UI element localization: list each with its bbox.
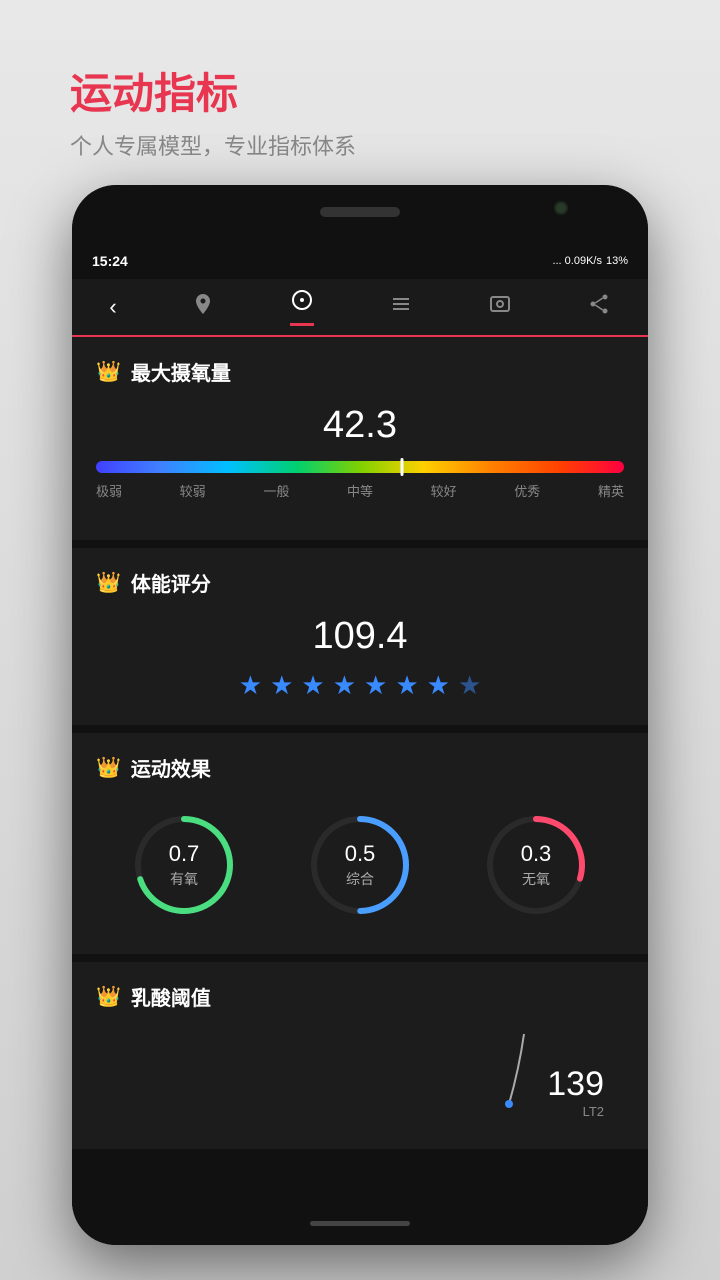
body-score-header: 👑 体能评分 [96, 568, 624, 597]
vo2max-value: 42.3 [96, 404, 624, 447]
anaerobic-label: 0.3 无氧 [521, 841, 552, 889]
circles-row: 0.7 有氧 0.5 综合 [96, 800, 624, 930]
phone-speaker [320, 207, 400, 217]
exercise-effect-title: 运动效果 [131, 753, 211, 782]
stars-row: ★ ★ ★ ★ ★ ★ ★ ★ [96, 670, 624, 701]
star-2: ★ [270, 670, 293, 701]
aerobic-label: 0.7 有氧 [169, 841, 200, 889]
label-youxiu: 优秀 [514, 481, 540, 500]
star-1: ★ [239, 670, 262, 701]
vo2max-header: 👑 最大摄氧量 [96, 357, 624, 386]
comprehensive-name: 综合 [345, 869, 376, 889]
vo2max-title: 最大摄氧量 [131, 357, 231, 386]
star-7: ★ [427, 670, 450, 701]
status-icons: ... 0.09K/s 13% [552, 255, 628, 267]
page-header: 运动指标 个人专属模型，专业指标体系 [70, 60, 356, 161]
home-indicator [310, 1221, 410, 1226]
exercise-effect-header: 👑 运动效果 [96, 753, 624, 782]
label-jiaoruo: 较弱 [180, 481, 206, 500]
lactate-chart: 139 LT2 [96, 1029, 624, 1119]
lactate-header: 👑 乳酸阈值 [96, 982, 624, 1011]
anaerobic-circle-item: 0.3 无氧 [481, 810, 591, 920]
label-jiruo: 极弱 [96, 481, 122, 500]
vo2max-marker [401, 458, 404, 476]
nav-list-icon[interactable] [389, 292, 413, 322]
nav-metrics-icon[interactable] [290, 288, 314, 326]
body-score-section: 👑 体能评分 109.4 ★ ★ ★ ★ ★ ★ ★ ★ [72, 548, 648, 725]
lactate-value: 139 [547, 1065, 604, 1104]
aerobic-value: 0.7 [169, 841, 200, 867]
label-yiban: 一般 [263, 481, 289, 500]
phone-camera [554, 201, 568, 215]
aerobic-gauge: 0.7 有氧 [129, 810, 239, 920]
aerobic-name: 有氧 [169, 869, 200, 889]
lactate-section: 👑 乳酸阈值 139 LT2 [72, 962, 648, 1149]
crown-icon-vo2max: 👑 [96, 359, 121, 384]
anaerobic-value: 0.3 [521, 841, 552, 867]
phone-frame: 15:24 ... 0.09K/s 13% ‹ [72, 185, 648, 1245]
lactate-title: 乳酸阈值 [131, 982, 211, 1011]
star-8: ★ [458, 670, 481, 701]
label-zhongdeng: 中等 [347, 481, 373, 500]
rainbow-labels: 极弱 较弱 一般 中等 较好 优秀 精英 [96, 481, 624, 500]
rainbow-bar [96, 461, 624, 473]
lactate-subtitle: LT2 [547, 1104, 604, 1119]
nav-photo-icon[interactable] [488, 292, 512, 322]
network-status: ... 0.09K/s [552, 255, 602, 267]
status-bar: 15:24 ... 0.09K/s 13% [72, 243, 648, 279]
crown-icon-effect: 👑 [96, 755, 121, 780]
body-score-title: 体能评分 [131, 568, 211, 597]
battery-status: 13% [606, 255, 628, 267]
page-subtitle: 个人专属模型，专业指标体系 [70, 129, 356, 161]
star-6: ★ [395, 670, 418, 701]
crown-icon-score: 👑 [96, 570, 121, 595]
nav-share-icon[interactable] [587, 292, 611, 322]
rainbow-bar-container: 极弱 较弱 一般 中等 较好 优秀 精英 [96, 461, 624, 500]
aerobic-circle-item: 0.7 有氧 [129, 810, 239, 920]
crown-icon-lactate: 👑 [96, 984, 121, 1009]
lactate-curve [494, 1029, 534, 1109]
comprehensive-gauge: 0.5 综合 [305, 810, 415, 920]
vo2max-section: 👑 最大摄氧量 42.3 极弱 较弱 一般 中等 较好 优秀 精英 [72, 337, 648, 540]
back-button[interactable]: ‹ [109, 294, 116, 320]
comprehensive-value: 0.5 [345, 841, 376, 867]
star-3: ★ [301, 670, 324, 701]
label-jiaohao: 较好 [431, 481, 457, 500]
label-jingying: 精英 [598, 481, 624, 500]
status-time: 15:24 [92, 253, 128, 269]
nav-bar: ‹ [72, 279, 648, 337]
exercise-effect-section: 👑 运动效果 0.7 有氧 [72, 733, 648, 954]
phone-bottom [72, 1201, 648, 1245]
anaerobic-gauge: 0.3 无氧 [481, 810, 591, 920]
body-score-value: 109.4 [96, 615, 624, 658]
comprehensive-label: 0.5 综合 [345, 841, 376, 889]
star-5: ★ [364, 670, 387, 701]
comprehensive-circle-item: 0.5 综合 [305, 810, 415, 920]
star-4: ★ [333, 670, 356, 701]
page-title: 运动指标 [70, 60, 356, 121]
nav-map-icon[interactable] [191, 292, 215, 322]
anaerobic-name: 无氧 [521, 869, 552, 889]
phone-content: 👑 最大摄氧量 42.3 极弱 较弱 一般 中等 较好 优秀 精英 [72, 337, 648, 1245]
